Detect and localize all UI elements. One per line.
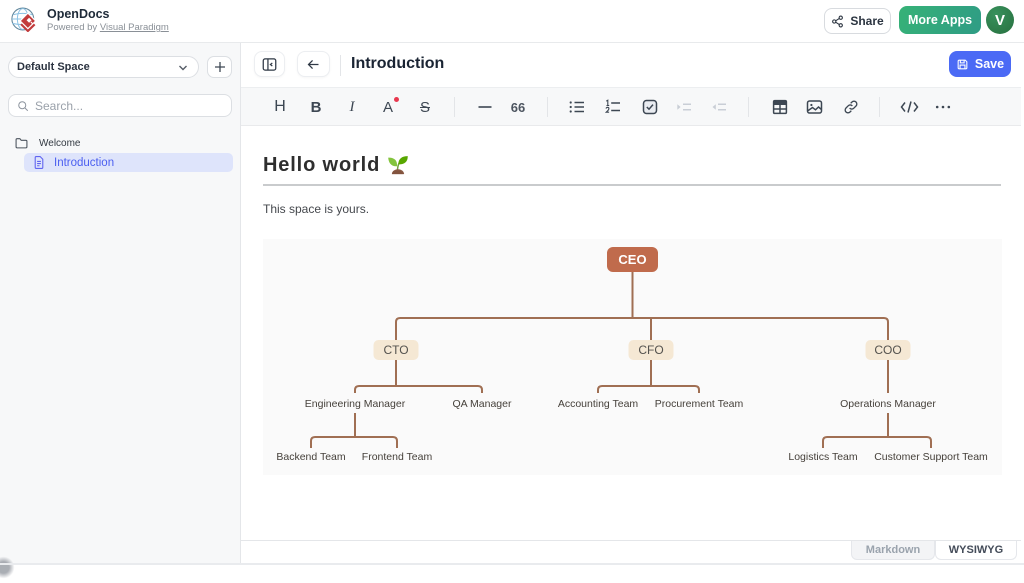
- svg-text:Procurement Team: Procurement Team: [655, 398, 744, 410]
- svg-text:CEO: CEO: [618, 252, 646, 267]
- svg-text:Customer Support Team: Customer Support Team: [874, 451, 988, 463]
- svg-text:Frontend Team: Frontend Team: [362, 451, 433, 463]
- svg-text:Backend Team: Backend Team: [276, 451, 346, 463]
- svg-text:CTO: CTO: [383, 343, 408, 357]
- svg-text:Accounting Team: Accounting Team: [558, 398, 639, 410]
- svg-text:Logistics Team: Logistics Team: [788, 451, 858, 463]
- svg-text:COO: COO: [874, 343, 901, 357]
- svg-text:CFO: CFO: [638, 343, 663, 357]
- svg-text:QA Manager: QA Manager: [453, 398, 512, 410]
- svg-text:Operations Manager: Operations Manager: [840, 398, 936, 410]
- svg-text:Engineering Manager: Engineering Manager: [305, 398, 406, 410]
